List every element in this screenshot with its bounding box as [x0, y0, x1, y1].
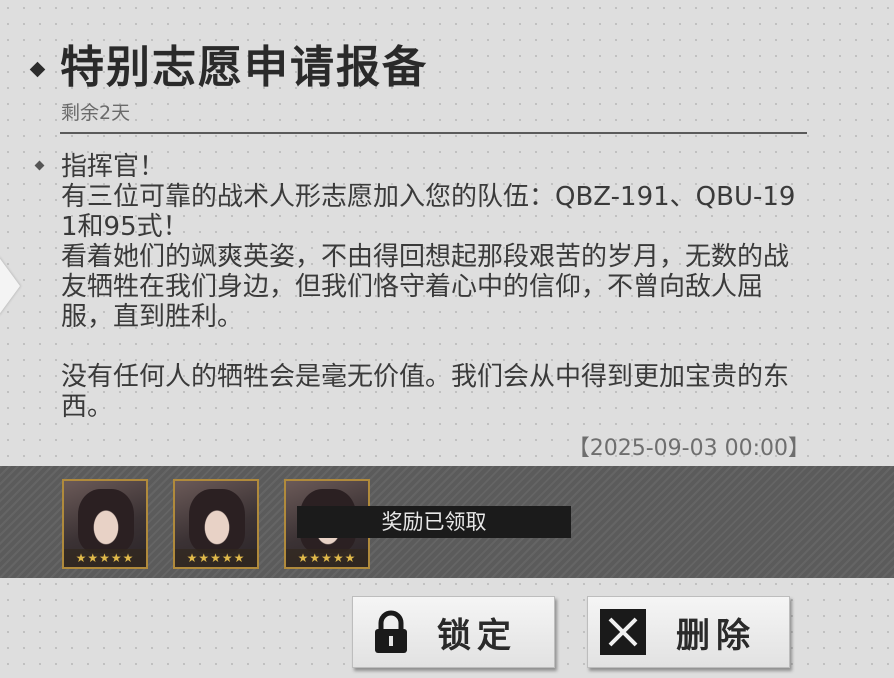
- close-icon: [600, 609, 646, 655]
- title-diamond-icon: [29, 61, 46, 78]
- rarity-stars: ★★★★★: [286, 549, 368, 567]
- title-divider: [60, 132, 807, 134]
- lock-button-label: 锁定: [437, 615, 517, 656]
- character-portrait: [189, 489, 245, 553]
- reward-item-qbz-191[interactable]: ★★★★★: [62, 479, 148, 569]
- delete-button-label: 删除: [676, 615, 756, 656]
- mail-body-line: 没有任何人的牺牲会是毫无价值。我们会从中得到更加宝贵的东西。: [61, 362, 790, 422]
- rarity-stars: ★★★★★: [64, 549, 146, 567]
- delete-button[interactable]: 删除: [587, 596, 790, 668]
- lock-icon: [375, 610, 407, 653]
- mail-title: 特别志愿申请报备: [60, 42, 428, 93]
- remaining-days: 剩余2天: [61, 102, 131, 124]
- body-diamond-icon: [34, 160, 45, 171]
- character-portrait: [78, 489, 134, 553]
- rarity-stars: ★★★★★: [175, 549, 257, 567]
- reward-item-qbu-191[interactable]: ★★★★★: [173, 479, 259, 569]
- mail-body-line: 指挥官！: [61, 152, 166, 182]
- lock-button[interactable]: 锁定: [352, 596, 555, 668]
- mail-body: 指挥官！ 有三位可靠的战术人形志愿加入您的队伍：QBZ-191、QBU-191和…: [61, 152, 801, 422]
- previous-mail-arrow[interactable]: [0, 256, 20, 316]
- mail-date: 【2025-09-03 00:00】: [567, 436, 810, 461]
- mail-body-line: 看着她们的飒爽英姿，不由得回想起那段艰苦的岁月，无数的战友牺牲在我们身边，但我们…: [61, 242, 790, 332]
- mail-body-line: 有三位可靠的战术人形志愿加入您的队伍：QBZ-191、QBU-191和95式！: [61, 182, 796, 242]
- reward-claimed-label: 奖励已领取: [297, 506, 571, 538]
